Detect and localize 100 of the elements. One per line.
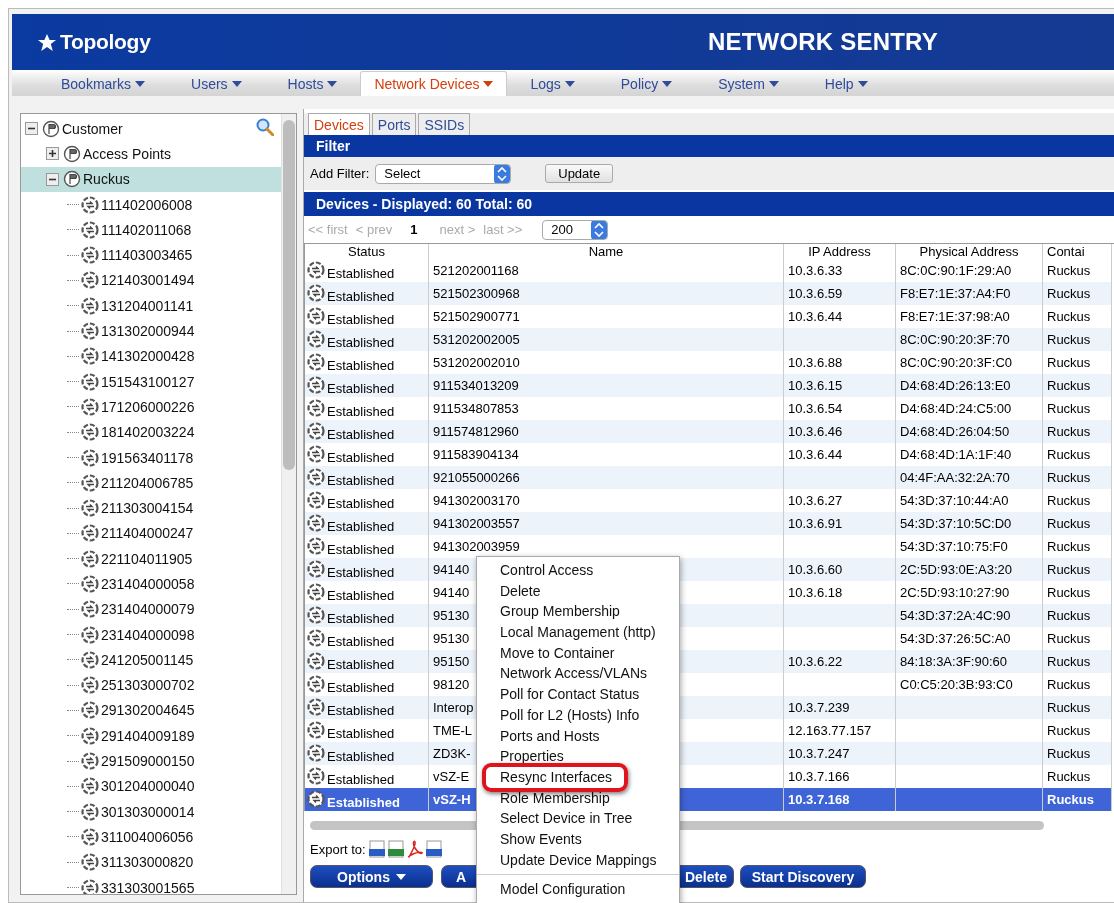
document-icon[interactable] [425,840,442,858]
table-row[interactable]: Established 521502300968 10.3.6.59 F8:E7:1E:37:A4:F0 Ruckus [305,282,1112,305]
column-header[interactable]: Status [305,244,429,259]
table-cell: 8C:0C:90:20:3F:C0 [900,355,1012,370]
table-cell: 10.3.6.59 [788,286,843,301]
spreadsheet-icon[interactable] [387,840,404,858]
status-text: Established [327,425,395,442]
menu-item[interactable]: Select Device in Tree [477,808,679,829]
action-button[interactable]: Start Discovery [740,865,866,888]
tree-item[interactable]: 211404000247 [21,520,281,547]
table-cell: Ruckus [1047,286,1091,301]
tree-item[interactable]: 131204001141 [21,293,281,319]
table-row[interactable]: Established 911574812960 10.3.6.46 D4:68:4D:26:04:50 Ruckus [305,420,1112,443]
status-text: Established [327,747,395,764]
tab[interactable]: Ports [371,113,417,135]
menu-item[interactable]: Model Configuration [477,879,679,900]
table-cell: 10.3.6.33 [788,263,843,278]
tree-item[interactable]: 191563401178 [21,444,281,471]
expand-icon[interactable] [46,147,59,161]
tree-item[interactable]: 151543100127 [21,368,281,395]
tree-item[interactable]: 241205001145 [21,647,281,673]
table-cell: 921055000266 [433,470,520,485]
tree-item[interactable]: 231404000079 [21,596,281,622]
collapse-icon[interactable] [46,172,59,186]
tab[interactable]: Devices [308,113,370,135]
tree-item[interactable]: 291404009189 [21,723,281,749]
tab[interactable]: SSIDs [418,113,471,135]
tree-item[interactable]: 171206000226 [21,394,281,420]
tree-item[interactable]: 211303004154 [21,495,281,521]
table-row[interactable]: Established 921055000266 04:4F:AA:32:2A:70 Ruckus [305,466,1112,489]
tree-item[interactable]: 251303000702 [21,672,281,698]
table-cell: 94140 [433,585,470,600]
table-cell: Ruckus [1047,700,1091,715]
tree-item[interactable]: 181402003224 [21,419,281,445]
section-header: Devices - Displayed: 60 Total: 60 [304,192,1114,216]
nav-menu[interactable]: Help [811,72,881,96]
table-row[interactable]: Established 941302003557 10.3.6.91 54:3D:37:10:5C:D0 Ruckus [305,512,1112,535]
table-cell: D4:68:4D:1A:1F:40 [900,447,1012,462]
tree-item[interactable]: Customer [21,116,281,142]
tree-item[interactable]: 111403003465 [21,242,281,268]
nav-menu[interactable]: System [705,72,792,96]
device-icon [307,444,325,463]
tree-item[interactable]: 291509000150 [21,748,281,774]
menu-item[interactable]: Resync Interfaces [482,762,629,792]
menu-item[interactable]: Update Device Mappings [477,849,679,871]
table-cell: Interop [433,700,474,715]
tree-item[interactable]: 131302000944 [21,318,281,344]
table-cell: 10.3.6.27 [788,493,843,508]
caret-icon [231,81,242,87]
table-cell: 10.3.6.46 [788,424,843,439]
csv-icon[interactable] [368,840,385,858]
nav-menu[interactable]: Bookmarks [48,72,159,96]
tree-item[interactable]: 211204006785 [21,470,281,496]
tree-item[interactable]: 331303001565 [21,874,281,894]
column-header[interactable]: Contai [1042,244,1112,259]
scrollbar[interactable] [281,114,296,894]
status-text: Established [327,448,395,465]
tree-item[interactable]: 231404000058 [21,571,281,597]
tree-item[interactable]: 141302000428 [21,343,281,369]
stepper-icon [494,164,511,183]
column-header[interactable]: IP Address [783,244,896,259]
menu-item[interactable]: Delete [477,580,679,602]
tree-item[interactable]: 301303000014 [21,799,281,825]
tree-item[interactable]: 311004006056 [21,824,281,850]
tree-item[interactable]: 121403001494 [21,267,281,294]
update-button[interactable]: Update [545,164,614,183]
device-icon [81,271,99,290]
tree-item[interactable]: 291302004645 [21,697,281,724]
table-cell: Ruckus [1047,355,1091,370]
column-header[interactable]: Name [428,244,784,259]
table-cell: Ruckus [1047,263,1091,278]
nav-menu[interactable]: Policy [607,72,686,96]
tree-item[interactable]: Access Points [21,141,281,167]
filter-dropdown[interactable]: Select [375,163,512,184]
nav-menu[interactable]: Users [178,72,255,96]
menu-item[interactable]: Group Membership [477,601,679,623]
nav-menu[interactable]: Logs [517,72,588,96]
collapse-icon[interactable] [25,122,38,136]
stepper-icon [591,220,608,239]
table-row[interactable]: Established 531202002005 8C:0C:90:20:3F:70 Ruckus [305,328,1112,351]
tree-item[interactable]: 111402006008 [21,191,281,218]
menu-item[interactable]: Show Events [477,828,679,850]
page-size-dropdown[interactable]: 200 [542,219,609,240]
tree-item[interactable]: 221104011905 [21,546,281,572]
table-cell: Ruckus [1047,332,1091,347]
tree-item[interactable]: Ruckus [21,166,281,192]
pdf-icon[interactable] [406,840,423,858]
table-row[interactable]: Established 911534013209 10.3.6.15 D4:68:4D:26:13:E0 Ruckus [305,374,1112,397]
nav-menu[interactable]: Hosts [274,72,351,96]
table-cell: 521502900771 [433,309,520,324]
tree-item[interactable]: 231404000098 [21,621,281,648]
table-cell: 941302003959 [433,539,520,554]
nav-menu[interactable]: Network Devices [360,71,508,96]
table-cell: 94140 [433,562,470,577]
menu-item[interactable]: Control Access [477,560,679,581]
action-button[interactable]: Options [310,865,433,888]
column-header[interactable]: Physical Address [895,244,1043,259]
tree-item[interactable]: 111402011068 [21,217,281,243]
tree-item[interactable]: 311303000820 [21,849,281,875]
tree-item[interactable]: 301204000040 [21,773,281,799]
